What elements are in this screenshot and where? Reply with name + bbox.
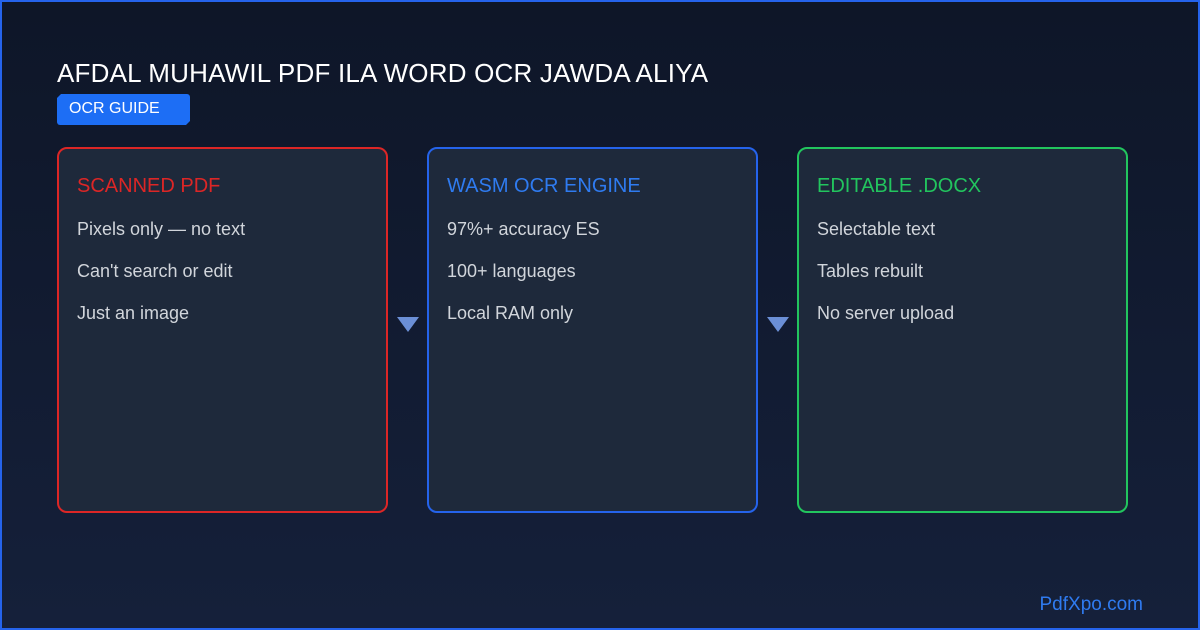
card-item-list: 97%+ accuracy ES 100+ languages Local RA… bbox=[447, 219, 600, 345]
card-item: 97%+ accuracy ES bbox=[447, 219, 600, 239]
card-scanned-pdf: SCANNED PDF Pixels only — no text Can't … bbox=[57, 147, 388, 513]
card-item: Local RAM only bbox=[447, 303, 574, 323]
card-item: Selectable text bbox=[817, 219, 936, 239]
down-arrow-icon bbox=[767, 317, 789, 332]
card-item-list: Pixels only — no text Can't search or ed… bbox=[77, 219, 245, 345]
card-item: Pixels only — no text bbox=[77, 219, 246, 239]
card-item: Can't search or edit bbox=[77, 261, 233, 281]
card-item: 100+ languages bbox=[447, 261, 576, 281]
page-title: AFDAL MUHAWIL PDF ILA WORD OCR JAWDA ALI… bbox=[57, 58, 709, 88]
banner: AFDAL MUHAWIL PDF ILA WORD OCR JAWDA ALI… bbox=[0, 0, 1200, 630]
card-title: WASM OCR ENGINE bbox=[447, 175, 641, 197]
card-title: SCANNED PDF bbox=[77, 175, 221, 197]
card-item: Just an image bbox=[77, 303, 190, 323]
card-item: No server upload bbox=[817, 303, 955, 323]
brand-link[interactable]: PdfXpo.com bbox=[1040, 594, 1144, 616]
category-badge: OCR GUIDE bbox=[57, 94, 190, 125]
card-title: EDITABLE .DOCX bbox=[817, 175, 982, 197]
card-ocr-engine: WASM OCR ENGINE 97%+ accuracy ES 100+ la… bbox=[427, 147, 758, 513]
down-arrow-icon bbox=[397, 317, 419, 332]
card-item: Tables rebuilt bbox=[817, 261, 924, 281]
card-editable-docx: EDITABLE .DOCX Selectable text Tables re… bbox=[797, 147, 1128, 513]
card-item-list: Selectable text Tables rebuilt No server… bbox=[817, 219, 954, 345]
